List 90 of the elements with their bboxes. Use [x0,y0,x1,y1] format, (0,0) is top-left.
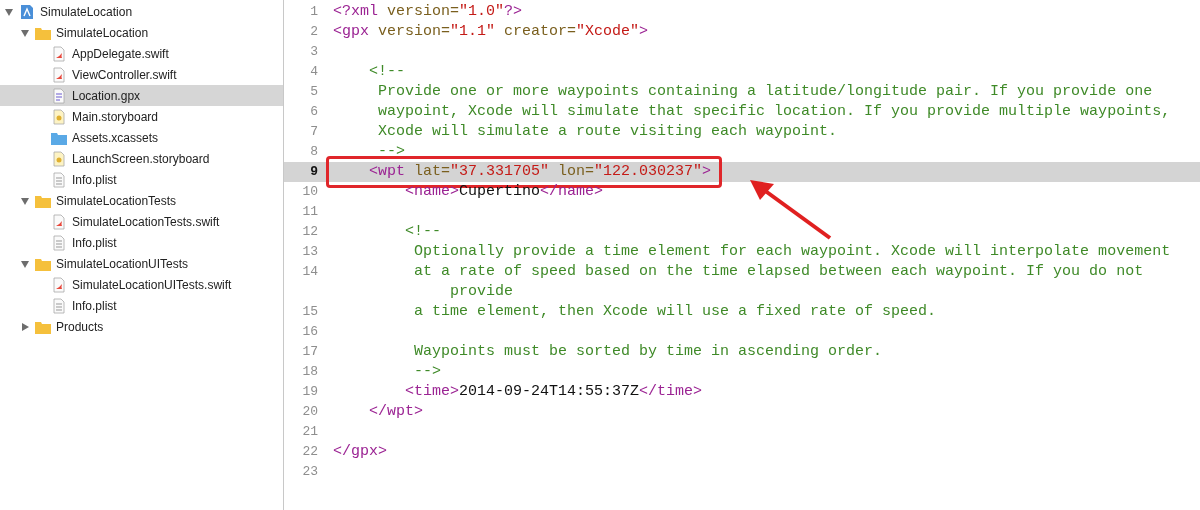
navigator-item[interactable]: Main.storyboard [0,106,283,127]
code-line: <name>Cupertino</name> [404,182,604,202]
line-number: 21 [301,423,319,441]
line-number: 12 [301,223,319,241]
navigator-item[interactable]: SimulateLocation [0,1,283,22]
navigator-item[interactable]: ViewController.swift [0,64,283,85]
code-line: <!-- [404,222,442,242]
expanded-triangle-icon[interactable] [20,258,30,269]
line-number: 11 [301,203,319,221]
file-icon [50,213,68,230]
line-number: 23 [301,463,319,481]
file-name: SimulateLocationUITests.swift [72,277,232,292]
navigator-item[interactable]: LaunchScreen.storyboard [0,148,283,169]
line-number: 16 [301,323,319,341]
file-icon [50,45,68,62]
file-icon [50,150,68,167]
line-number: 3 [309,43,319,61]
line-number: 2 [309,23,319,41]
line-number: 4 [309,63,319,81]
line-number: 9 [309,163,319,181]
code-line: provide [449,282,514,302]
navigator-item[interactable]: AppDelegate.swift [0,43,283,64]
navigator-item[interactable]: SimulateLocationTests [0,190,283,211]
navigator-item[interactable]: SimulateLocationUITests [0,253,283,274]
file-icon [50,276,68,293]
code-line: Waypoints must be sorted by time in ascending order. [413,342,883,362]
line-number: 10 [301,183,319,201]
expanded-triangle-icon[interactable] [20,27,30,38]
line-number: 13 [301,243,319,261]
code-line: at a rate of speed based on the time elapsed between each waypoint. If you do not [413,262,1144,282]
file-icon [50,171,68,188]
line-number: 8 [309,143,319,161]
line-number: 20 [301,403,319,421]
line-number: 19 [301,383,319,401]
code-line: a time element, then Xcode will use a fixed rate of speed. [413,302,937,322]
code-line: waypoint, Xcode will simulate that specific location. If you provide multiple waypoints, [377,102,1171,122]
code-line: --> [377,142,405,162]
navigator-item[interactable]: Info.plist [0,169,283,190]
code-line: <!-- [368,62,405,82]
navigator-item[interactable]: Info.plist [0,232,283,253]
code-line: <?xml version="1.0"?> [333,2,523,22]
file-name: SimulateLocationTests [56,193,177,208]
file-icon [50,297,68,314]
line-number: 18 [301,363,319,381]
file-name: ViewController.swift [72,67,177,82]
navigator-item[interactable]: SimulateLocationUITests.swift [0,274,283,295]
line-number: 1 [309,3,319,21]
navigator-item[interactable]: Assets.xcassets [0,127,283,148]
expanded-triangle-icon[interactable] [20,195,30,206]
code-line: </gpx> [333,442,387,462]
collapsed-triangle-icon[interactable] [20,321,30,332]
line-number: 17 [301,343,319,361]
line-number: 15 [301,303,319,321]
file-icon [50,234,68,251]
file-icon [50,87,68,104]
file-name: Main.storyboard [72,109,159,124]
file-name: Info.plist [72,235,117,250]
navigator-item[interactable]: SimulateLocationTests.swift [0,211,283,232]
file-name: AppDelegate.swift [72,46,169,61]
file-name: SimulateLocation [56,25,149,40]
file-name: SimulateLocationUITests [56,256,189,271]
line-number: 22 [301,443,319,461]
file-name: SimulateLocation [40,4,133,19]
file-icon [50,66,68,83]
code-line: --> [413,362,442,382]
line-number: 6 [309,103,319,121]
code-line: Provide one or more waypoints containing a latitude/longitude pair. If you provide one [377,82,1153,102]
line-number: 5 [309,83,319,101]
file-name: Location.gpx [72,88,141,103]
file-name: SimulateLocationTests.swift [72,214,220,229]
file-icon [50,108,68,125]
code-line: </wpt> [368,402,423,422]
line-number: 14 [301,263,319,281]
expanded-triangle-icon[interactable] [4,6,14,17]
file-name: Assets.xcassets [72,130,159,145]
file-name: LaunchScreen.storyboard [72,151,210,166]
code-line: <time>2014-09-24T14:55:37Z</time> [404,382,703,402]
navigator-item[interactable]: Location.gpx [0,85,283,106]
navigator-item[interactable]: SimulateLocation [0,22,283,43]
navigator-item[interactable]: Products [0,316,283,337]
code-line: Xcode will simulate a route visiting each waypoint. [377,122,838,142]
project-icon [18,3,36,20]
file-name: Products [56,319,104,334]
navigator-item[interactable]: Info.plist [0,295,283,316]
file-name: Info.plist [72,172,117,187]
code-line: <gpx version="1.1" creator="Xcode"> [333,22,649,42]
code-line: <wpt lat="37.331705" lon="122.030237"> [368,162,712,182]
line-number: 7 [309,123,319,141]
file-name: Info.plist [72,298,117,313]
code-line: Optionally provide a time element for each waypoint. Xcode will interpolate movement [413,242,1171,262]
